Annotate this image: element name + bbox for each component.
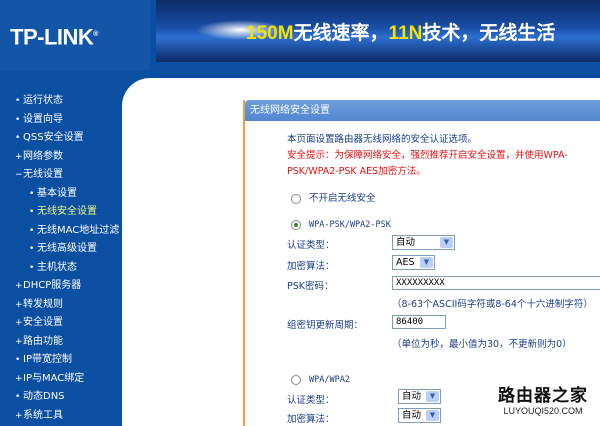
sidebar-item[interactable]: −无线设置 [15, 165, 63, 180]
sidebar-item-label: 安全设置 [23, 317, 63, 328]
sidebar-item[interactable]: • 主机状态 [29, 258, 77, 273]
sidebar-item[interactable]: • 无线MAC地址过滤 [29, 221, 119, 236]
wpa-enc-select[interactable]: 自动 ▼ [398, 408, 441, 423]
intro-text: 本页面设置路由器无线网络的安全认证选项。 [287, 134, 478, 145]
sidebar-item[interactable]: • 动态DNS [15, 387, 65, 402]
sidebar-item-label: 无线安全设置 [37, 206, 97, 217]
psk-auth-select[interactable]: 自动 ▼ [392, 235, 455, 250]
bullet-icon: • [29, 207, 35, 217]
bullet-icon: • [29, 188, 35, 199]
chevron-down-icon: ▼ [420, 257, 433, 268]
sidebar-item[interactable]: +IP与MAC绑定 [15, 369, 84, 384]
warning-line-1: 安全提示：为保障网络安全，强烈推荐开启安全设置，并使用WPA- [287, 150, 568, 161]
sidebar-item-label: IP带宽控制 [23, 354, 72, 365]
expand-icon: + [15, 151, 23, 162]
expand-icon: + [15, 336, 23, 347]
bullet-icon: • [15, 392, 21, 402]
bullet-icon: • [15, 114, 21, 125]
sidebar-item[interactable]: +转发规则 [15, 295, 63, 310]
expand-icon: + [15, 410, 23, 421]
bullet-icon: • [29, 225, 35, 236]
watermark: 路由器之家 LUYOUQI520.COM [498, 386, 588, 416]
warning-line-2: PSK/WPA2-PSK AES加密方法。 [287, 166, 426, 177]
sidebar-item-label: 运行状态 [23, 95, 63, 106]
sidebar-item[interactable]: • 无线安全设置 [29, 202, 97, 217]
expand-icon: + [15, 299, 23, 310]
sidebar-item[interactable]: • 无线高级设置 [29, 239, 97, 254]
psk-password-label: PSK密码： [287, 281, 334, 292]
banner-slogan: 150M无线速率，11N技术，无线生活 [246, 23, 556, 44]
sidebar-item-label: QSS安全设置 [23, 132, 84, 143]
expand-icon: + [15, 318, 23, 328]
tp-link-logo: TP-LINK® [0, 0, 150, 70]
radio-wpa-psk[interactable]: WPA-PSK/WPA2-PSK [291, 219, 391, 230]
sidebar-item-label: IP与MAC绑定 [23, 372, 85, 384]
chevron-down-icon: ▼ [426, 391, 439, 402]
psk-password-hint: （8-63个ASCII码字符或8-64个十六进制字符） [392, 299, 593, 310]
sidebar-item-label: 主机状态 [37, 261, 77, 273]
psk-auth-label: 认证类型： [287, 240, 335, 251]
sidebar-item[interactable]: • 基本设置 [29, 184, 77, 199]
group-key-period-hint: （单位为秒，最小值为30，不更新则为0） [392, 339, 572, 350]
bullet-icon: • [15, 96, 21, 106]
header: TP-LINK® 150M无线速率，11N技术，无线生活 [0, 0, 600, 70]
radio-icon[interactable] [291, 193, 301, 204]
psk-enc-select[interactable]: AES ▼ [392, 255, 435, 270]
bullet-icon: • [29, 262, 35, 273]
sidebar-item-label: 网络参数 [23, 150, 63, 162]
bullet-icon: • [15, 133, 21, 143]
banner: 150M无线速率，11N技术，无线生活 [156, 0, 600, 62]
sidebar-item[interactable]: • QSS安全设置 [15, 128, 84, 143]
radio-selected-icon[interactable] [291, 219, 301, 230]
sidebar-item-label: 动态DNS [23, 391, 65, 402]
group-key-period-input[interactable]: 86400 [392, 315, 446, 329]
sidebar-item[interactable]: +网络参数 [15, 147, 63, 162]
group-key-period-label: 组密钥更新周期： [287, 320, 364, 331]
sidebar-item[interactable]: +系统工具 [15, 406, 63, 421]
sidebar-item-label: 路由功能 [23, 335, 63, 347]
radio-wpa[interactable]: WPA/WPA2 [291, 374, 350, 385]
chevron-down-icon: ▼ [440, 237, 453, 248]
wpa-auth-label: 认证类型： [287, 395, 335, 406]
expand-icon: + [15, 281, 23, 291]
bullet-icon: • [15, 355, 21, 365]
psk-password-input[interactable]: XXXXXXXXX [392, 276, 600, 290]
sidebar-item-label: DHCP服务器 [23, 280, 82, 291]
expand-icon: + [15, 373, 23, 384]
sidebar-item-label: 系统工具 [23, 409, 63, 421]
sidebar-item-label: 无线高级设置 [37, 243, 97, 254]
wpa-enc-label: 加密算法： [287, 414, 335, 425]
sidebar-item[interactable]: +路由功能 [15, 332, 63, 347]
sidebar-item-label: 无线设置 [23, 169, 63, 180]
sidebar-item-label: 转发规则 [23, 298, 63, 310]
sidebar-item[interactable]: +安全设置 [15, 313, 63, 328]
radio-icon[interactable] [291, 374, 301, 385]
chevron-down-icon: ▼ [426, 410, 439, 421]
sidebar-item[interactable]: • 运行状态 [15, 91, 63, 106]
psk-enc-label: 加密算法： [287, 261, 335, 272]
collapse-icon: − [15, 170, 23, 180]
bullet-icon: • [29, 244, 35, 254]
sidebar-item-label: 基本设置 [37, 187, 77, 199]
wpa-auth-select[interactable]: 自动 ▼ [398, 389, 441, 404]
sidebar-item-label: 无线MAC地址过滤 [37, 224, 120, 236]
sidebar-item[interactable]: +DHCP服务器 [15, 276, 81, 291]
wireless-security-panel: 无线网络安全设置 本页面设置路由器无线网络的安全认证选项。 安全提示：为保障网络… [243, 100, 600, 426]
sidebar-item[interactable]: • 设置向导 [15, 110, 63, 125]
sidebar-item[interactable]: • IP带宽控制 [15, 350, 72, 365]
radio-no-security[interactable]: 不开启无线安全 [291, 190, 376, 204]
panel-title: 无线网络安全设置 [245, 100, 600, 121]
sidebar-item-label: 设置向导 [23, 113, 63, 125]
